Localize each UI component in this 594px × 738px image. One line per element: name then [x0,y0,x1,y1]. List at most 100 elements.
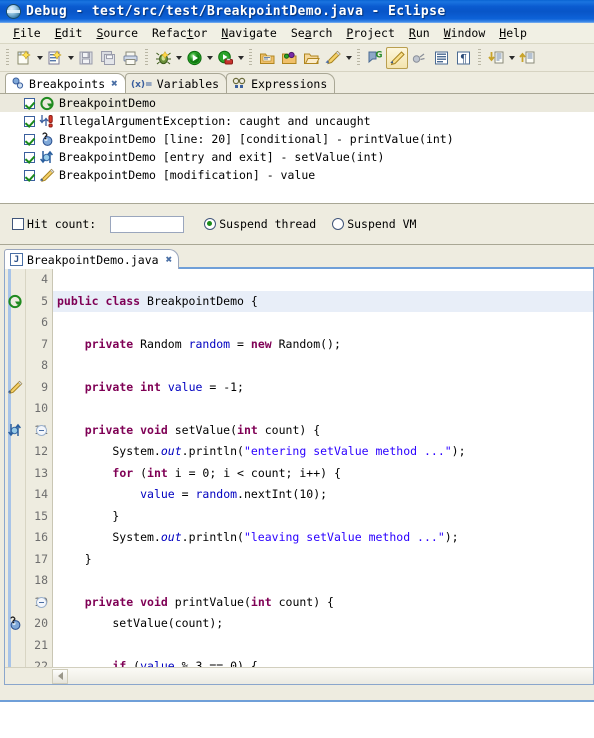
line-number: 7 [41,336,48,351]
tab-variables[interactable]: (x)= Variables [124,73,228,93]
breakpoint-row[interactable]: BreakpointDemo [entry and exit] - setVal… [0,148,594,166]
debug-dropdown[interactable] [174,48,183,68]
next-annotation-icon[interactable] [485,47,507,69]
breakpoint-enabled-checkbox[interactable] [24,115,35,127]
line-number: 22 [34,659,48,667]
editor-marker-bar[interactable] [5,269,26,667]
menu-run[interactable]: Run [402,24,437,42]
print-icon[interactable] [119,47,141,69]
open-resource-icon[interactable] [300,47,322,69]
window-titlebar: Debug - test/src/test/BreakpointDemo.jav… [0,0,594,23]
gutter-marker[interactable] [5,613,25,635]
code-editor[interactable]: 4567891011121314151617181920212223242526… [4,269,594,685]
new-wizard-icon[interactable] [13,47,35,69]
new-java-class-icon[interactable] [44,47,66,69]
breakpoint-row[interactable]: IllegalArgumentException: caught and unc… [0,112,594,130]
toolbar-grip[interactable] [478,48,481,67]
menubar: File Edit Source Refactor Navigate Search Proj… [0,23,594,44]
gutter-marker[interactable] [5,420,25,442]
menu-search[interactable]: Search [284,24,340,42]
gutter-empty [5,635,25,657]
run-external-tools-icon[interactable] [214,47,236,69]
breakpoint-detail-pane: Hit count: Suspend thread Suspend VM [0,203,594,245]
gutter-marker[interactable] [5,291,25,313]
show-whitespace-icon[interactable] [430,47,452,69]
line-number: 19 [26,592,48,614]
open-type-icon[interactable] [256,47,278,69]
fold-collapse-icon[interactable] [36,596,47,608]
new-wizard-dropdown[interactable] [35,48,44,68]
menu-refactor[interactable]: Refactor [145,24,214,42]
breakpoint-enabled-checkbox[interactable] [24,151,35,163]
code-token: out [160,444,182,458]
run-dropdown[interactable] [205,48,214,68]
breakpoint-label: IllegalArgumentException: caught and unc… [59,114,371,128]
gutter-empty [5,549,25,571]
close-icon[interactable]: ✖ [166,254,173,265]
breakpoint-row[interactable]: BreakpointDemo [0,94,594,112]
window-bottom-edge [0,700,594,702]
code-token: .nextInt(10); [237,487,328,501]
code-token: } [57,508,120,523]
tab-expressions[interactable]: Expressions [226,73,336,93]
hit-count-input[interactable] [110,215,185,233]
breakpoint-row[interactable]: BreakpointDemo [line: 20] [conditional] … [0,130,594,148]
search-icon[interactable]: G [364,47,386,69]
run-icon[interactable] [183,47,205,69]
save-all-icon[interactable] [97,47,119,69]
fold-collapse-icon[interactable] [36,424,47,436]
pencil-annotate-icon[interactable] [322,47,344,69]
menu-project[interactable]: Project [339,24,401,42]
save-icon[interactable] [75,47,97,69]
open-task-icon[interactable] [278,47,300,69]
editor-tab-breakpointdemo[interactable]: J BreakpointDemo.java ✖ [4,249,180,269]
menu-navigate[interactable]: Navigate [214,24,283,42]
code-token: int [147,465,168,480]
next-annotation-dropdown[interactable] [507,48,516,68]
debug-icon[interactable] [152,47,174,69]
menu-window[interactable]: Window [437,24,493,42]
breakpoint-enabled-checkbox[interactable] [24,97,35,109]
tab-label: Breakpoints [29,76,106,91]
gutter-marker[interactable] [5,377,25,399]
scroll-left-arrow-icon[interactable] [52,668,68,684]
menu-help[interactable]: Help [492,24,534,42]
toggle-mark-occurrences-icon[interactable] [386,46,408,69]
code-token: ); [444,530,459,544]
new-java-class-dropdown[interactable] [66,48,75,68]
breakpoint-enabled-checkbox[interactable] [24,169,35,181]
toolbar-grip[interactable] [249,48,252,67]
menu-edit[interactable]: Edit [48,24,90,42]
code-line: System.out.println("entering setValue me… [53,441,593,463]
toolbar-grip[interactable] [357,48,360,67]
toolbar-grip[interactable] [6,48,9,67]
pencil-annotate-dropdown[interactable] [344,48,353,68]
line-number: 14 [34,487,48,501]
menu-source[interactable]: Source [89,24,145,42]
horizontal-scrollbar[interactable] [5,667,593,684]
breakpoints-list[interactable]: BreakpointDemo IllegalArgumentException: … [0,93,594,203]
breakpoint-row[interactable]: BreakpointDemo [modification] - value [0,166,594,184]
code-line: if (value % 3 == 0) { [53,656,593,667]
menu-file[interactable]: File [6,24,48,42]
toolbar-grip[interactable] [145,48,148,67]
breakpoint-label: BreakpointDemo [line: 20] [conditional] … [59,132,454,146]
class-load-breakpoint-icon [39,96,55,111]
skip-breakpoints-icon[interactable] [408,47,430,69]
close-icon[interactable]: ✖ [111,78,118,89]
suspend-thread-radio[interactable] [204,218,217,230]
source-code[interactable]: public class BreakpointDemo { private Ra… [53,269,593,667]
run-external-tools-dropdown[interactable] [236,48,245,68]
tab-label: Expressions [251,76,328,91]
hit-count-checkbox[interactable] [12,218,24,230]
gutter-empty [5,441,25,463]
breakpoint-label: BreakpointDemo [59,96,156,110]
breakpoint-enabled-checkbox[interactable] [24,133,35,145]
suspend-vm-radio[interactable] [332,218,345,230]
show-pilcrow-icon[interactable]: ¶ [452,47,474,69]
tab-breakpoints[interactable]: Breakpoints ✖ [5,73,126,93]
previous-annotation-icon[interactable] [516,47,538,69]
